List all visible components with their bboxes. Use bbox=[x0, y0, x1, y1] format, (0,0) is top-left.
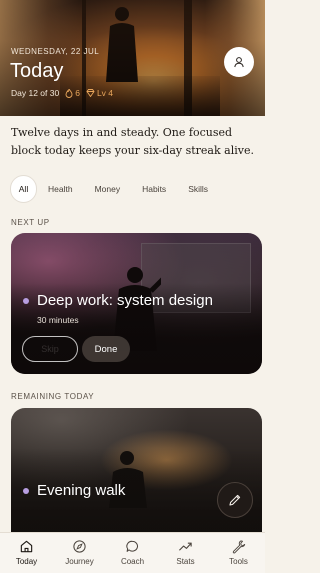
task-title: Evening walk bbox=[23, 482, 125, 499]
home-icon bbox=[20, 540, 33, 553]
profile-button[interactable] bbox=[224, 47, 254, 77]
filter-skills[interactable]: Skills bbox=[177, 175, 219, 203]
nav-coach[interactable]: Coach bbox=[106, 533, 159, 573]
nav-label: Stats bbox=[176, 557, 195, 566]
pencil-icon bbox=[229, 494, 241, 506]
filter-money[interactable]: Money bbox=[84, 175, 132, 203]
nav-label: Tools bbox=[229, 557, 248, 566]
next-up-label: NEXT UP bbox=[11, 218, 50, 227]
date-label: WEDNESDAY, 22 JUL bbox=[11, 47, 100, 56]
chat-bubble-icon bbox=[126, 540, 138, 552]
hero-header: WEDNESDAY, 22 JUL Today Day 12 of 30 6 L… bbox=[0, 0, 265, 116]
nav-label: Today bbox=[15, 557, 38, 566]
wrench-icon bbox=[232, 540, 246, 554]
nav-stats[interactable]: Stats bbox=[159, 533, 212, 573]
category-dot bbox=[23, 487, 29, 494]
streak-count: 6 bbox=[75, 88, 80, 98]
progress-meta: Day 12 of 30 6 Lv 4 bbox=[11, 88, 113, 98]
nav-label: Coach bbox=[120, 557, 145, 566]
nav-tools[interactable]: Tools bbox=[212, 533, 265, 573]
task-duration: 30 minutes bbox=[37, 315, 79, 325]
bottom-nav: Today Journey Coach Stats Tools bbox=[0, 532, 265, 573]
flame-icon bbox=[65, 88, 73, 98]
category-dot bbox=[23, 297, 29, 304]
user-icon bbox=[234, 57, 244, 68]
filter-health[interactable]: Health bbox=[37, 175, 84, 203]
edit-fab-button[interactable] bbox=[217, 482, 253, 518]
filter-all[interactable]: All bbox=[10, 175, 37, 203]
nav-journey[interactable]: Journey bbox=[53, 533, 106, 573]
compass-icon bbox=[73, 540, 86, 553]
task-title: Deep work: system design bbox=[23, 292, 213, 309]
streak-badge: 6 bbox=[65, 88, 80, 98]
day-progress: Day 12 of 30 bbox=[11, 88, 60, 98]
level-label: Lv 4 bbox=[96, 88, 114, 98]
remaining-label: REMAINING TODAY bbox=[11, 392, 95, 401]
skip-button[interactable]: Skip bbox=[22, 336, 78, 362]
level-badge: Lv 4 bbox=[86, 88, 113, 98]
done-button[interactable]: Done bbox=[82, 336, 130, 362]
trend-up-icon bbox=[179, 542, 192, 551]
filter-habits[interactable]: Habits bbox=[131, 175, 177, 203]
page-title: Today bbox=[10, 60, 64, 82]
nav-today[interactable]: Today bbox=[0, 533, 53, 573]
next-task-card[interactable]: Deep work: system design 30 minutes Skip… bbox=[11, 233, 262, 374]
diamond-icon bbox=[86, 89, 95, 97]
coach-message: Twelve days in and steady. One focused b… bbox=[11, 126, 254, 157]
nav-label: Journey bbox=[65, 557, 94, 566]
task-title-text: Deep work: system design bbox=[37, 292, 213, 309]
task-title-text: Evening walk bbox=[37, 482, 126, 499]
category-filters: All Health Money Habits Skills bbox=[10, 175, 219, 203]
